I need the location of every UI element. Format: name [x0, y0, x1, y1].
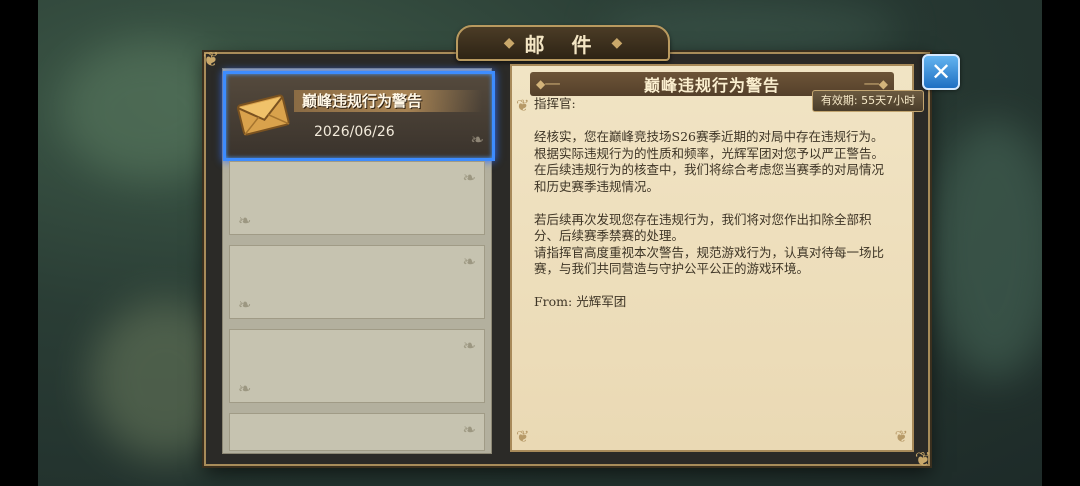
- window-title-tab: ◆ 邮 件 ◆: [456, 25, 670, 61]
- mail-paragraph: 经核实，您在巅峰竞技场S26赛季近期的对局中存在违规行为。: [534, 129, 884, 144]
- flourish-ornament-icon: ❧: [470, 130, 484, 149]
- mail-paragraph: 若后续再次发现您存在违规行为，我们将对您作出扣除全部积分、后续赛季禁赛的处理。: [534, 211, 872, 244]
- mail-list[interactable]: 巅峰违规行为警告 2026/06/26 ❧ ❧ ❧ ❧ ❧ ❧ ❧ ❧: [222, 68, 495, 454]
- corner-ornament-icon: ❦: [202, 47, 220, 71]
- frame-ornament-icon: ❦: [516, 96, 530, 115]
- mail-greeting: 指挥官:: [534, 96, 576, 111]
- mail-paragraph: 请指挥官高度重视本次警告，规范游戏行为，认真对待每一场比赛，与我们共同营造与守护…: [534, 244, 885, 277]
- header-ornament-icon: ◆──: [536, 77, 560, 91]
- flourish-ornament-icon: ❧: [462, 252, 476, 271]
- mail-date: 2026/06/26: [314, 124, 395, 140]
- frame-ornament-icon: ❦: [894, 427, 908, 446]
- flourish-ornament-icon: ❧: [238, 211, 252, 230]
- mail-paragraph: 根据实际违规行为的性质和频率，光辉军团对您予以严正警告。: [534, 145, 885, 161]
- flourish-ornament-icon: ❧: [238, 379, 252, 398]
- letterbox-right: [1042, 0, 1080, 486]
- mail-sender: From: 光辉军团: [534, 294, 627, 309]
- window-title: 邮 件: [524, 32, 602, 57]
- game-screen: ❦ ❦ ◆ 邮 件 ◆ ✕ 巅峰违规行为警告 2026/06/26 ❧ ❧ ❧ …: [0, 0, 1080, 486]
- frame-ornament-icon: ❦: [516, 427, 530, 446]
- empty-mail-slot: ❧: [229, 413, 485, 451]
- map-background: [930, 120, 1060, 380]
- mail-paragraph: 在后续违规行为的核查中，我们将综合考虑您当赛季的对局情况和历史赛季违规情况。: [534, 162, 885, 194]
- close-button[interactable]: ✕: [922, 54, 960, 90]
- mail-title: 巅峰违规行为警告: [302, 92, 423, 110]
- mail-list-item[interactable]: 巅峰违规行为警告 2026/06/26 ❧: [223, 71, 495, 161]
- empty-mail-slot: ❧ ❧: [229, 329, 485, 403]
- flourish-ornament-icon: ❧: [462, 336, 476, 355]
- close-icon: ✕: [930, 58, 952, 86]
- flourish-ornament-icon: ❧: [462, 168, 476, 187]
- flourish-ornament-icon: ❧: [462, 420, 476, 439]
- mail-body: 指挥官: 经核实，您在巅峰竞技场S26赛季近期的对局中存在违规行为。 根据实际违…: [534, 96, 886, 311]
- envelope-icon: [236, 94, 290, 136]
- title-ornament-icon: ◆: [503, 35, 515, 51]
- mail-detail-title: 巅峰违规行为警告: [643, 76, 780, 95]
- empty-mail-slot: ❧ ❧: [229, 161, 485, 235]
- header-ornament-icon: ──◆: [864, 77, 888, 91]
- empty-mail-slot: ❧ ❧: [229, 245, 485, 319]
- letterbox-left: [0, 0, 38, 486]
- flourish-ornament-icon: ❧: [238, 295, 252, 314]
- title-ornament-icon: ◆: [611, 35, 623, 51]
